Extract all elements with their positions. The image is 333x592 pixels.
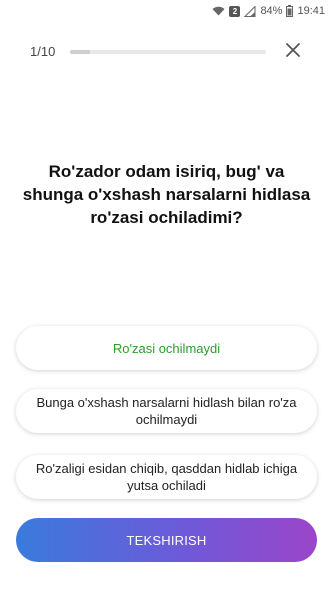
status-time: 19:41 [297,5,325,17]
sim-icon: 2 [229,5,241,17]
status-bar: 2 84% 19:41 [0,0,333,22]
question-text: Ro'zador odam isiriq, bug' va shunga o'x… [22,162,311,227]
wifi-icon [212,6,225,16]
quiz-header: 1/10 [0,36,333,66]
check-button[interactable]: TEKSHIRISH [16,518,317,562]
progress-bar-fill [70,50,90,54]
answer-option-label: Ro'zasi ochilmaydi [112,340,221,356]
progress-bar [70,50,266,54]
answer-option-1[interactable]: Ro'zasi ochilmaydi [16,326,317,370]
battery-percent: 84% [260,5,283,17]
close-button[interactable] [283,40,303,60]
answer-option-3[interactable]: Ro'zaligi esidan chiqib, qasddan hidlab … [16,455,317,499]
answer-option-label: Ro'zaligi esidan chiqib, qasddan hidlab … [35,461,298,493]
signal-icon [244,5,256,17]
close-icon [286,43,300,57]
battery-icon [286,5,294,17]
answer-option-2[interactable]: Bunga o'xshash narsalarni hidlash bilan … [16,389,317,433]
answer-option-label: Bunga o'xshash narsalarni hidlash bilan … [36,395,297,427]
progress-counter: 1/10 [30,44,56,59]
check-button-label: TEKSHIRISH [126,532,207,548]
